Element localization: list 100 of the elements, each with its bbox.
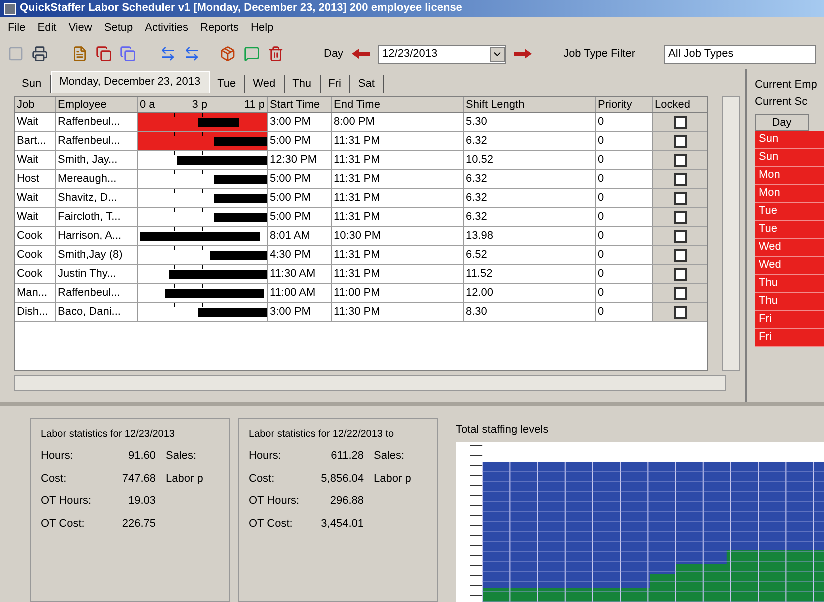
table-cell: 4:30 PM [268, 246, 332, 264]
locked-checkbox[interactable] [674, 248, 686, 262]
stat-label: Sales: [166, 449, 197, 464]
locked-checkbox[interactable] [674, 306, 686, 318]
day-row[interactable]: Tue [755, 203, 824, 221]
table-cell: Dish... [15, 303, 56, 321]
day-row[interactable]: Wed [755, 257, 824, 275]
filter-label: Job Type Filter [564, 46, 636, 62]
table-cell: Cook [15, 227, 56, 245]
printer-icon[interactable] [32, 46, 48, 62]
table-cell: 13.98 [464, 227, 596, 245]
table-cell: 12.00 [464, 284, 596, 302]
right-arrow-icon[interactable] [514, 49, 532, 59]
day-row[interactable]: Fri [755, 329, 824, 347]
day-row[interactable]: Tue [755, 221, 824, 239]
stat-value: 611.28 [330, 449, 364, 464]
stat-value: 747.68 [121, 472, 156, 486]
table-cell: 11.52 [464, 265, 596, 283]
stat-label: OT Cost: [249, 516, 294, 532]
day-row[interactable]: Mon [755, 167, 824, 185]
day-row[interactable]: Thu [755, 293, 824, 311]
job-type-select[interactable]: All Job Types [664, 44, 816, 64]
trash-icon[interactable] [268, 46, 284, 62]
table-cell: 11:31 PM [332, 265, 464, 283]
vertical-scrollbar[interactable] [722, 96, 740, 371]
menu-item[interactable]: File [8, 20, 26, 36]
chart-title: Total staffing levels [456, 422, 550, 438]
copy-icon[interactable] [96, 46, 112, 62]
day-tab[interactable]: Tue [210, 75, 246, 93]
menu-item[interactable]: Setup [104, 20, 134, 36]
arrows-icon[interactable] [160, 46, 176, 62]
table-cell: Man... [15, 284, 56, 302]
table-cell: 11:30 AM [268, 265, 332, 283]
column-header: Priority [596, 97, 653, 112]
locked-checkbox[interactable] [674, 286, 686, 300]
locked-checkbox[interactable] [674, 210, 686, 224]
locked-checkbox[interactable] [674, 192, 686, 204]
table-cell: 6.32 [464, 189, 596, 207]
stat-label: OT Hours: [249, 494, 301, 509]
shift-bar [210, 251, 267, 260]
stat-value: 91.60 [127, 449, 156, 464]
arrows-icon[interactable] [184, 46, 200, 62]
document-icon[interactable] [72, 46, 88, 62]
locked-checkbox[interactable] [674, 268, 686, 280]
locked-checkbox[interactable] [674, 134, 686, 148]
day-tab[interactable]: Sat [350, 75, 384, 93]
day-row[interactable]: Thu [755, 275, 824, 293]
horizontal-scrollbar[interactable] [14, 375, 726, 391]
package-icon[interactable] [220, 46, 236, 62]
stats-title: Labor statistics for 12/22/2013 to [249, 428, 396, 442]
day-tab[interactable]: Fri [320, 75, 350, 93]
day-row[interactable]: Sun [755, 149, 824, 167]
menu-item[interactable]: Edit [38, 20, 57, 36]
stat-value: 226.75 [121, 516, 156, 532]
copy-icon[interactable] [120, 46, 136, 62]
menu-item[interactable]: View [68, 20, 92, 36]
day-row[interactable]: Sun [755, 131, 824, 149]
menu-item[interactable]: Reports [200, 20, 240, 36]
day-row[interactable]: Fri [755, 311, 824, 329]
day-tab[interactable]: Monday, December 23, 2013 [50, 71, 210, 93]
day-tab[interactable]: Wed [245, 75, 285, 93]
shift-bar [214, 137, 267, 146]
table-cell: 11:00 PM [332, 284, 464, 302]
stat-label: Sales: [374, 449, 405, 464]
table-cell: Bart... [15, 132, 56, 150]
column-header: Locked [654, 98, 692, 112]
locked-checkbox[interactable] [674, 172, 686, 186]
table-cell: 11:30 PM [332, 303, 464, 321]
table-cell: 8.30 [464, 303, 596, 321]
locked-checkbox[interactable] [674, 230, 686, 242]
day-row[interactable]: Mon [755, 185, 824, 203]
column-header: Start Time [268, 97, 332, 112]
table-cell: Wait [15, 113, 56, 131]
table-cell: 5:00 PM [268, 170, 332, 188]
menu-item[interactable]: Help [251, 20, 274, 36]
column-header: Job [15, 97, 56, 112]
table-cell: 11:31 PM [332, 189, 464, 207]
table-cell: 6.32 [464, 132, 596, 150]
shift-bar [214, 194, 267, 203]
column-header: Employee [56, 97, 138, 112]
table-cell: Wait [15, 189, 56, 207]
table-cell: 11:31 PM [332, 208, 464, 226]
menu-item[interactable]: Activities [145, 20, 189, 36]
table-cell: Wait [15, 151, 56, 169]
table-cell: 6.32 [464, 208, 596, 226]
panel-title: Current Emp [755, 78, 818, 93]
column-header: 3 p [192, 98, 208, 112]
locked-checkbox[interactable] [674, 154, 686, 166]
stat-value: 3,454.01 [320, 516, 364, 532]
table-cell: 5:00 PM [268, 132, 332, 150]
column-header: Shift Length [464, 97, 596, 112]
column-header: 0 a [140, 98, 156, 112]
left-arrow-icon[interactable] [352, 49, 370, 59]
day-tab[interactable]: Thu [284, 75, 321, 93]
date-field[interactable]: 12/23/2013 [378, 44, 506, 64]
table-cell: 6.52 [464, 246, 596, 264]
locked-checkbox[interactable] [674, 116, 686, 128]
day-row[interactable]: Wed [755, 239, 824, 257]
table-cell: 10:30 PM [332, 227, 464, 245]
table-cell: 11:31 PM [332, 170, 464, 188]
